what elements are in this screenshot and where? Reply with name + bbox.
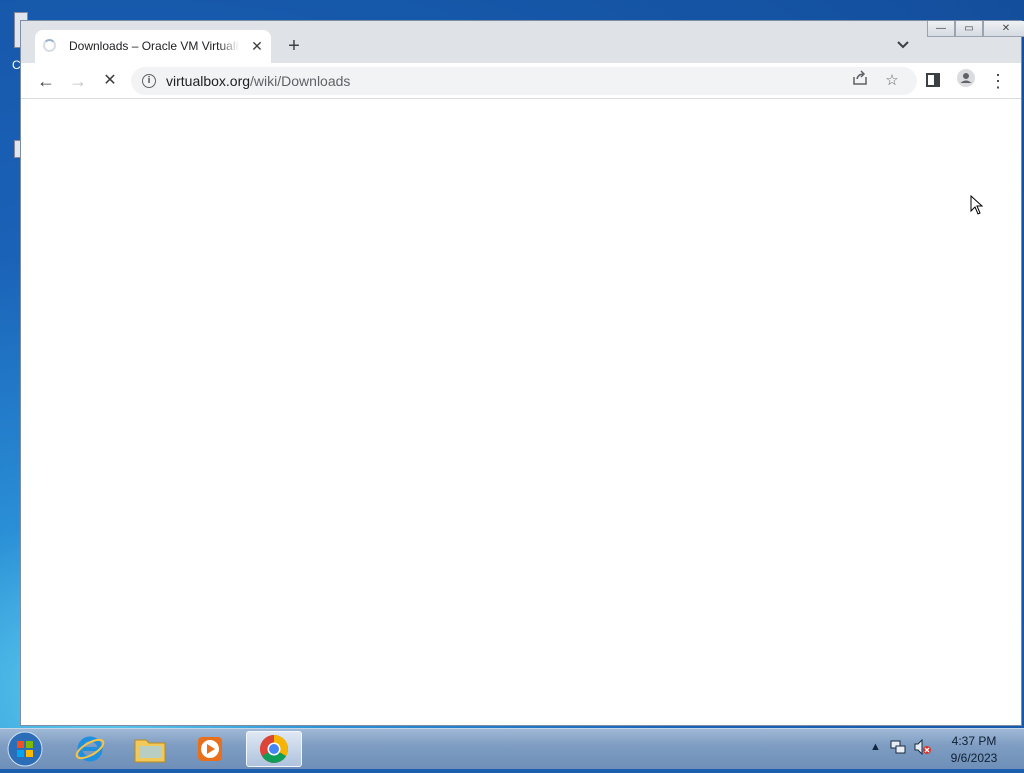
taskbar-internet-explorer[interactable]	[62, 731, 118, 767]
navigation-toolbar: ← → ✕ i virtualbox.org/wiki/Downloads ☆ …	[21, 63, 1021, 99]
media-player-icon	[198, 737, 222, 761]
volume-muted-icon[interactable]	[914, 738, 932, 758]
internet-explorer-icon	[75, 736, 105, 762]
stop-loading-button[interactable]: ✕	[98, 69, 122, 93]
taskbar: ▲ 4:37 PM 9/6/2023	[0, 728, 1024, 769]
address-bar[interactable]: i virtualbox.org/wiki/Downloads ☆	[131, 67, 917, 95]
show-hidden-icons-button[interactable]: ▲	[870, 741, 881, 753]
share-icon[interactable]	[849, 70, 871, 92]
site-info-icon[interactable]: i	[142, 74, 156, 88]
tab-strip: Downloads – Oracle VM VirtualBox ✕ + — ▭…	[21, 21, 1024, 63]
browser-window: Downloads – Oracle VM VirtualBox ✕ + — ▭…	[20, 20, 1024, 726]
url-text[interactable]: virtualbox.org/wiki/Downloads	[166, 73, 350, 89]
chrome-menu-button[interactable]: ⋮	[986, 69, 1010, 93]
folder-icon	[134, 739, 166, 763]
tab-downloads[interactable]: Downloads – Oracle VM VirtualBox ✕	[35, 30, 271, 63]
mouse-cursor-icon	[970, 195, 984, 215]
start-button[interactable]	[6, 730, 46, 768]
tab-search-button[interactable]	[893, 35, 913, 55]
chevron-down-icon	[897, 41, 909, 49]
url-path: /wiki/Downloads	[250, 73, 351, 89]
clock-date: 9/6/2023	[950, 751, 998, 765]
maximize-button[interactable]: ▭	[955, 21, 983, 37]
profile-avatar-icon	[957, 69, 975, 87]
side-panel-button[interactable]	[921, 69, 945, 93]
chrome-icon	[260, 735, 288, 763]
window-controls: — ▭ ✕	[927, 21, 1024, 39]
taskbar-media-player[interactable]	[182, 731, 238, 767]
minimize-button[interactable]: —	[927, 21, 955, 37]
taskbar-google-chrome[interactable]	[246, 731, 302, 767]
forward-button[interactable]: →	[66, 69, 90, 93]
tab-title: Downloads – Oracle VM VirtualBox	[69, 39, 239, 53]
loading-spinner-icon	[43, 39, 56, 52]
new-tab-button[interactable]: +	[283, 35, 305, 57]
close-window-button[interactable]: ✕	[983, 21, 1024, 37]
tab-close-button[interactable]: ✕	[247, 36, 267, 56]
clock-time: 4:37 PM	[951, 734, 997, 748]
page-content[interactable]	[21, 99, 1021, 725]
profile-button[interactable]	[954, 69, 978, 93]
url-domain: virtualbox.org	[166, 73, 251, 89]
side-panel-icon	[926, 73, 940, 87]
bookmark-star-icon[interactable]: ☆	[881, 70, 903, 92]
taskbar-file-explorer[interactable]	[122, 731, 178, 767]
network-icon[interactable]	[890, 739, 906, 758]
windows-orb-icon	[7, 731, 43, 767]
system-clock[interactable]: 4:37 PM 9/6/2023	[940, 733, 1008, 767]
back-button[interactable]: ←	[34, 69, 58, 93]
